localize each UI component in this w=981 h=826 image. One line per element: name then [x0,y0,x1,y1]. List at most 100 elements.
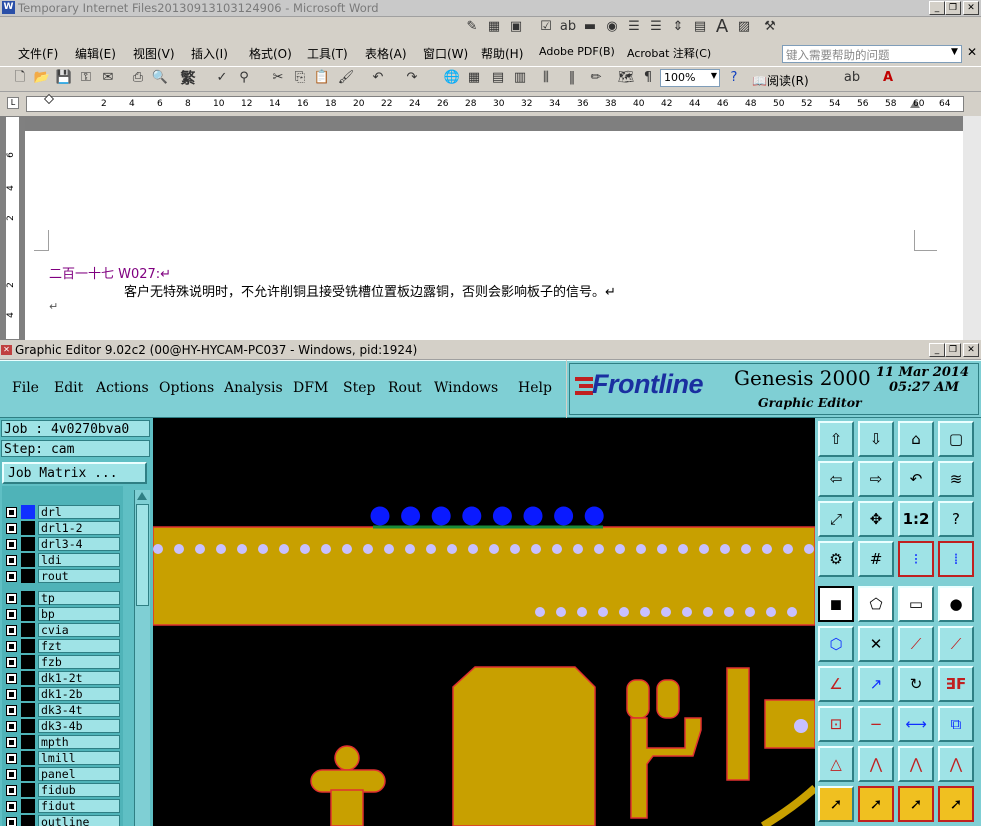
layer-checkbox[interactable] [6,571,17,582]
layer-row[interactable]: panel [2,767,123,782]
format-painter-icon[interactable]: 🖌 [336,68,356,88]
layer-row[interactable]: fzt [2,639,123,654]
close-doc-icon[interactable]: ✕ [967,45,977,59]
select-all-icon[interactable]: ◼ [818,586,854,622]
tables-borders-icon[interactable]: ▦ [464,68,484,88]
mirror-icon[interactable]: ∃F [938,666,974,702]
layer-row[interactable]: ldi [2,553,123,568]
highlight-icon[interactable]: ab [842,68,862,88]
span-icon[interactable]: ⟷ [898,706,934,742]
home-up-icon[interactable]: ⇧ [818,421,854,457]
print-icon[interactable]: ⎙ [128,68,148,88]
layer-name[interactable]: mpth [38,735,120,749]
layer-color-swatch[interactable] [21,655,35,669]
pointer2-icon[interactable]: ➚ [858,786,894,822]
gmenu-rout[interactable]: Rout [388,380,422,396]
list2-icon[interactable]: ☰ [646,17,666,37]
layer-checkbox[interactable] [6,593,17,604]
layer-checkbox[interactable] [6,689,17,700]
layer-checkbox[interactable] [6,673,17,684]
insert-excel-icon[interactable]: ▥ [510,68,530,88]
cut-icon[interactable]: ✂ [268,68,288,88]
show-hide-icon[interactable]: ¶ [638,68,658,88]
layer-row[interactable]: fidub [2,783,123,798]
scroll-up-icon[interactable] [137,492,147,500]
gmenu-help[interactable]: Help [518,380,552,396]
layer-color-swatch[interactable] [21,719,35,733]
layer-color-swatch[interactable] [21,735,35,749]
zoom-center-icon[interactable]: ✥ [858,501,894,537]
document-heading[interactable]: 二百一十七 W027:↵ [49,263,171,282]
polygon-select-icon[interactable]: ⬠ [858,586,894,622]
layer-color-swatch[interactable] [21,591,35,605]
layer-row[interactable]: drl3-4 [2,537,123,552]
vertical-ruler[interactable] [6,117,19,339]
peak-icon[interactable]: ⋀ [858,746,894,782]
layer-color-swatch[interactable] [21,783,35,797]
open-icon[interactable]: 📂 [32,68,52,88]
layer-color-swatch[interactable] [21,553,35,567]
restore-icon[interactable]: ❐ [945,1,961,15]
layer-color-swatch[interactable] [21,687,35,701]
layer-name[interactable]: rout [38,569,120,583]
image-icon[interactable]: ▨ [734,17,754,37]
layer-color-swatch[interactable] [21,767,35,781]
minus-icon[interactable]: − [858,706,894,742]
layer-name[interactable]: drl [38,505,120,519]
layer-row[interactable]: fzb [2,655,123,670]
layer-row[interactable]: dk1-2b [2,687,123,702]
gmenu-step[interactable]: Step [343,380,375,396]
layer-color-swatch[interactable] [21,815,35,826]
layer-name[interactable]: fidub [38,783,120,797]
layer-row[interactable]: dk1-2t [2,671,123,686]
help-query-icon[interactable]: ? [938,501,974,537]
layer-color-swatch[interactable] [21,799,35,813]
home-icon[interactable]: ⌂ [898,421,934,457]
layer-row[interactable]: tp [2,591,123,606]
save-icon[interactable]: 💾 [54,68,74,88]
layer-row[interactable]: dk3-4b [2,719,123,734]
hyperlink-icon[interactable]: 🌐 [442,68,462,88]
layer-row[interactable]: rout [2,569,123,584]
spelling-icon[interactable]: ✓ [212,68,232,88]
font-color-icon[interactable]: A [878,68,898,88]
layer-color-swatch[interactable] [21,607,35,621]
help-icon[interactable]: ? [724,68,744,88]
layer-row[interactable]: lmill [2,751,123,766]
drawing-icon[interactable]: ✏ [586,68,606,88]
layer-checkbox[interactable] [6,555,17,566]
layer-checkbox[interactable] [6,785,17,796]
word-vertical-scrollbar[interactable] [963,116,981,340]
connect-icon[interactable]: ⬡ [818,626,854,662]
checkbox-icon[interactable]: ☑ [536,17,556,37]
layer-checkbox[interactable] [6,609,17,620]
permission-icon[interactable]: ⚿ [76,68,96,88]
pointer4-icon[interactable]: ➚ [938,786,974,822]
read-button[interactable]: 📖阅读(R) [752,72,809,89]
layer-color-swatch[interactable] [21,639,35,653]
gmenu-options[interactable]: Options [159,380,214,396]
layer-color-swatch[interactable] [21,703,35,717]
netlist-icon[interactable]: ⁝ [898,541,934,577]
scale-one-two-icon[interactable]: 1:2 [898,501,934,537]
table-icon[interactable]: ▦ [484,17,504,37]
document-paragraph[interactable]: 客户无特殊说明时，不允许削铜且接受铣槽位置板边露铜，否则会影响板子的信号。↵ [124,281,616,300]
layer-name[interactable]: ldi [38,553,120,567]
snap-icon[interactable]: ⚙ [818,541,854,577]
combo-icon[interactable]: ▤ [690,17,710,37]
layer-name[interactable]: dk3-4b [38,719,120,733]
help-dropdown-icon[interactable]: ▼ [951,47,958,57]
menu-window[interactable]: 窗口(W) [423,45,468,62]
graphic-canvas[interactable] [153,418,815,826]
pointer-icon[interactable]: ➚ [818,786,854,822]
paste-icon[interactable]: 📋 [312,68,332,88]
triangle-icon[interactable]: △ [818,746,854,782]
gmenu-dfm[interactable]: DFM [293,380,328,396]
layer-name[interactable]: tp [38,591,120,605]
menu-format[interactable]: 格式(O) [249,45,292,62]
menu-file[interactable]: 文件(F) [18,45,58,62]
zoom-select[interactable]: 100% ▼ [660,69,720,87]
layer-checkbox[interactable] [6,753,17,764]
scroll-thumb[interactable] [136,504,149,606]
layer-list[interactable]: drl drl1-2 drl3-4 ldi rout tp bp cvia fzt fzb dk1… [2,486,123,826]
